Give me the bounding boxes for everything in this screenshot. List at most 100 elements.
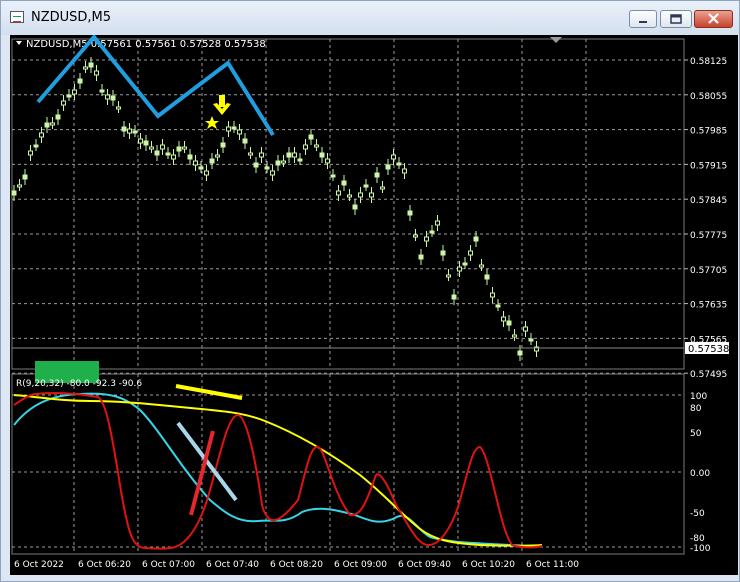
candlesticks (11, 57, 539, 361)
candle (391, 154, 396, 160)
candle (171, 154, 176, 160)
candle (380, 186, 385, 190)
candle (61, 100, 66, 106)
candle (358, 192, 363, 198)
indicator-tick-label: -100 (690, 544, 711, 554)
candle (88, 62, 94, 68)
candle (83, 66, 88, 70)
candle (110, 95, 116, 101)
candle (484, 274, 490, 280)
candle (473, 236, 479, 242)
candle (512, 334, 517, 338)
candle (204, 170, 209, 176)
candle (22, 174, 28, 180)
chart-canvas[interactable]: NZDUSD,M5 0.57561 0.57561 0.57528 0.5753… (10, 33, 738, 575)
candle (215, 154, 220, 158)
candle (160, 144, 165, 150)
candle (396, 162, 402, 166)
current-price-label: 0.57538 (688, 344, 729, 355)
candle (407, 210, 413, 216)
candle (319, 152, 325, 158)
candle (242, 138, 248, 144)
price-tick-label: 0.57845 (690, 196, 727, 206)
candle (220, 142, 226, 148)
candle (226, 126, 231, 132)
candle (275, 160, 281, 166)
price-tick-label: 0.57705 (690, 266, 727, 276)
maximize-button[interactable] (660, 10, 692, 28)
candle (17, 184, 22, 188)
indicator-tick-label: 0.00 (690, 469, 710, 479)
price-tick-label: 0.57775 (690, 231, 727, 241)
candle (116, 106, 121, 110)
candle (501, 316, 506, 322)
title-bar[interactable]: NZDUSD,M5 (1, 1, 739, 35)
candle (253, 162, 259, 168)
head-shoulders-pattern (36, 33, 275, 137)
candle (336, 190, 341, 196)
restore-icon (670, 14, 682, 24)
symbol-menu-icon[interactable] (16, 41, 22, 45)
minimize-button[interactable] (629, 10, 657, 28)
candle (517, 350, 523, 356)
time-tick-label: 6 Oct 2022 (14, 560, 64, 570)
candle (369, 192, 374, 198)
time-tick-label: 6 Oct 10:20 (462, 560, 515, 570)
price-chart[interactable]: NZDUSD,M5 0.57561 0.57561 0.57528 0.5753… (10, 33, 738, 575)
indicator-line-fast (13, 392, 543, 550)
candle (231, 126, 237, 130)
time-tick-label: 6 Oct 09:40 (398, 560, 451, 570)
candle (292, 152, 297, 158)
chart-header: NZDUSD,M5 0.57561 0.57561 0.57528 0.5753… (26, 39, 266, 50)
candle (457, 266, 462, 272)
time-axis: 6 Oct 2022 6 Oct 06:20 6 Oct 07:00 6 Oct 07… (14, 560, 579, 570)
candle (264, 166, 270, 170)
candle (50, 122, 55, 126)
candle (165, 152, 171, 156)
candle (402, 168, 407, 174)
candle (121, 126, 127, 132)
star-icon (205, 116, 219, 129)
window-title: NZDUSD,M5 (31, 10, 112, 25)
indicator-line-mid (13, 394, 543, 547)
candle (237, 129, 242, 135)
candle (435, 220, 440, 226)
candle (413, 234, 418, 238)
candle (154, 150, 160, 156)
candle (127, 128, 132, 134)
candle (440, 250, 446, 256)
candle (55, 114, 61, 120)
candle (72, 89, 77, 95)
candle (352, 204, 358, 210)
candle (270, 170, 275, 176)
chart-shift-marker[interactable] (550, 37, 562, 43)
candle (424, 236, 429, 242)
candle (143, 140, 149, 146)
indicator-tick-label: 80 (690, 404, 702, 414)
indicator-tick-label: -50 (690, 509, 705, 519)
price-tick-label: 0.57495 (690, 370, 727, 380)
candle (523, 326, 528, 332)
time-tick-label: 6 Oct 07:40 (206, 560, 259, 570)
candle (286, 152, 292, 158)
divergence-yellow-line (175, 384, 243, 400)
candle (418, 254, 424, 260)
indicator-axis: 100 80 50 0.00 -50 -80-100 (690, 392, 711, 554)
candle (303, 144, 308, 150)
indicator-line-slow (13, 392, 543, 547)
candle (528, 338, 534, 342)
candle (451, 294, 457, 300)
candle (138, 138, 143, 144)
candle (105, 94, 110, 100)
candle (325, 158, 330, 164)
price-tick-label: 0.58055 (690, 92, 727, 102)
close-button[interactable] (694, 10, 733, 28)
candle (149, 146, 154, 150)
candle (132, 130, 138, 134)
candle (176, 146, 182, 152)
candle (495, 304, 501, 308)
grid (12, 39, 684, 554)
candle (479, 264, 484, 268)
main-pane-frame (11, 38, 685, 370)
candle (462, 262, 468, 266)
